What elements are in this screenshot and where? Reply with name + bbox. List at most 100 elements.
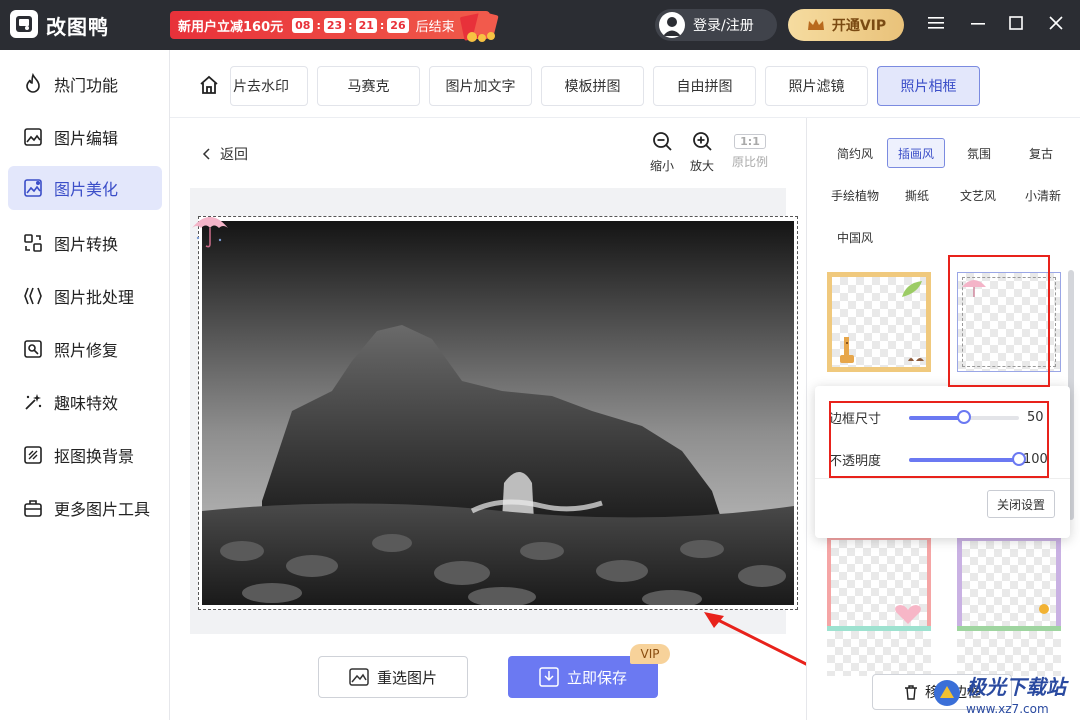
style-tab-literary[interactable]: 文艺风: [951, 180, 1005, 210]
reselect-label: 重选图片: [376, 668, 437, 687]
promo-suffix: 后结束: [415, 19, 455, 35]
red-envelope-icon: [460, 11, 499, 42]
convert-icon: [24, 234, 42, 252]
vip-label: 开通VIP: [831, 18, 887, 34]
photo-preview: [202, 221, 794, 605]
countdown-hours: 08: [292, 17, 314, 33]
trash-icon: [905, 685, 917, 700]
leaf-icon: [902, 281, 922, 297]
zoom-out-label: 缩小: [649, 159, 674, 173]
site-watermark: 极光下载站 www.xz7.com: [932, 666, 1080, 720]
site-logo-icon: [934, 680, 960, 706]
watermark-text: 极光下载站: [966, 674, 1066, 699]
home-icon[interactable]: [198, 74, 220, 96]
annotation-arrow-icon: [704, 612, 815, 670]
tab-photo-frame[interactable]: 照片相框: [877, 66, 980, 106]
sidebar-item-label: 更多图片工具: [54, 500, 151, 519]
tab-remove-watermark[interactable]: 片去水印: [230, 66, 308, 106]
sidebar-item-label: 图片转换: [54, 235, 119, 254]
login-button[interactable]: 登录/注册: [655, 9, 777, 41]
tab-template-collage[interactable]: 模板拼图: [541, 66, 644, 106]
sidebar-item-label: 抠图换背景: [54, 447, 135, 466]
countdown-ms: 26: [387, 17, 409, 33]
giraffe-icon: [840, 337, 854, 363]
feature-tabs: 片去水印 马赛克 图片加文字 模板拼图 自由拼图 照片滤镜 照片相框: [170, 50, 1080, 118]
avatar: [659, 12, 685, 38]
ratio-label: 原比例: [731, 155, 768, 169]
frame-thumbnail[interactable]: [827, 626, 931, 676]
sidebar-item-cutout[interactable]: 抠图换背景: [8, 433, 162, 477]
sidebar-item-convert[interactable]: 图片转换: [8, 221, 162, 265]
highlight-box-sliders: [829, 401, 1049, 478]
watermark-url: www.xz7.com: [966, 701, 1049, 716]
promo-banner[interactable]: 新用户立减160元 08: 23: 21: 26 后结束: [170, 11, 490, 39]
style-tab-simple[interactable]: 简约风: [829, 138, 881, 168]
close-settings-button[interactable]: 关闭设置: [987, 490, 1055, 518]
style-tab-torn-paper[interactable]: 撕纸: [891, 180, 943, 210]
save-label: 立即保存: [566, 668, 627, 687]
menu-icon[interactable]: [924, 13, 948, 37]
sidebar-item-label: 照片修复: [54, 341, 119, 360]
title-bar: 改图鸭 新用户立减160元 08: 23: 21: 26 后结束 登录/注册 开…: [0, 0, 1080, 50]
style-tab-chinese[interactable]: 中国风: [829, 222, 881, 252]
tab-photo-filter[interactable]: 照片滤镜: [765, 66, 868, 106]
highlight-box-thumbnail: [948, 255, 1050, 387]
sidebar-item-label: 图片美化: [54, 180, 119, 199]
sidebar-item-label: 热门功能: [54, 76, 119, 95]
sidebar-item-effects[interactable]: 趣味特效: [8, 380, 162, 424]
sidebar-item-hot[interactable]: 热门功能: [8, 62, 162, 106]
chevron-left-icon: [202, 148, 210, 160]
countdown-seconds: 21: [355, 17, 377, 33]
promo-text: 新用户立减160元: [178, 19, 284, 35]
sidebar-item-edit[interactable]: 图片编辑: [8, 115, 162, 159]
open-vip-button[interactable]: 开通VIP: [788, 9, 904, 41]
reselect-image-button[interactable]: 重选图片: [318, 656, 468, 698]
style-tab-retro[interactable]: 复古: [1015, 138, 1067, 168]
app-logo-icon: [10, 10, 38, 38]
sidebar-item-repair[interactable]: 照片修复: [8, 327, 162, 371]
crown-icon: [807, 19, 824, 30]
repair-icon: [24, 340, 42, 358]
frame-thumbnail[interactable]: [827, 272, 931, 372]
original-ratio-button[interactable]: 1:1 原比例: [730, 134, 770, 170]
divider: [815, 478, 1070, 479]
maximize-icon[interactable]: [1004, 13, 1028, 37]
sidebar-item-batch[interactable]: 图片批处理: [8, 274, 162, 318]
back-button[interactable]: 返回: [200, 144, 248, 164]
app-title: 改图鸭: [46, 15, 109, 39]
tab-free-collage[interactable]: 自由拼图: [653, 66, 756, 106]
sidebar-item-label: 趣味特效: [54, 394, 119, 413]
tab-add-text[interactable]: 图片加文字: [429, 66, 532, 106]
zoom-out-icon: [653, 132, 672, 151]
minimize-icon[interactable]: [966, 13, 990, 37]
sidebar-item-beautify[interactable]: 图片美化: [8, 166, 162, 210]
image-edit-icon: [24, 128, 42, 146]
zoom-in-button[interactable]: 放大: [682, 130, 722, 174]
style-tab-illustration[interactable]: 插画风: [887, 138, 945, 168]
image-icon: [349, 668, 369, 686]
sidebar: 热门功能 图片编辑 图片美化 图片转换 图片批处理 照片修复 趣味特效 抠图换背…: [0, 50, 170, 720]
frame-thumbnail[interactable]: [827, 536, 931, 636]
batch-icon: [24, 287, 42, 305]
star-icon: [1039, 604, 1049, 614]
mushroom-icon: [908, 358, 924, 361]
umbrella-icon: [192, 217, 228, 248]
back-label: 返回: [220, 147, 248, 163]
login-label: 登录/注册: [693, 18, 754, 34]
style-tab-atmosphere[interactable]: 氛围: [953, 138, 1005, 168]
tab-mosaic[interactable]: 马赛克: [317, 66, 420, 106]
ratio-icon: 1:1: [734, 134, 766, 149]
frame-thumbnail[interactable]: [957, 536, 1061, 636]
sidebar-item-more[interactable]: 更多图片工具: [8, 486, 162, 530]
style-tab-fresh[interactable]: 小清新: [1015, 180, 1071, 210]
sidebar-item-label: 图片批处理: [54, 288, 135, 307]
zoom-out-button[interactable]: 缩小: [642, 130, 682, 174]
sparkle-icon: [25, 394, 42, 410]
zoom-in-label: 放大: [689, 159, 714, 173]
sidebar-item-label: 图片编辑: [54, 129, 119, 148]
fire-icon: [26, 73, 40, 93]
heart-icon: [895, 605, 921, 624]
zoom-in-icon: [693, 132, 712, 151]
style-tab-hand-drawn-plant[interactable]: 手绘植物: [823, 180, 887, 210]
close-icon[interactable]: [1044, 13, 1068, 37]
